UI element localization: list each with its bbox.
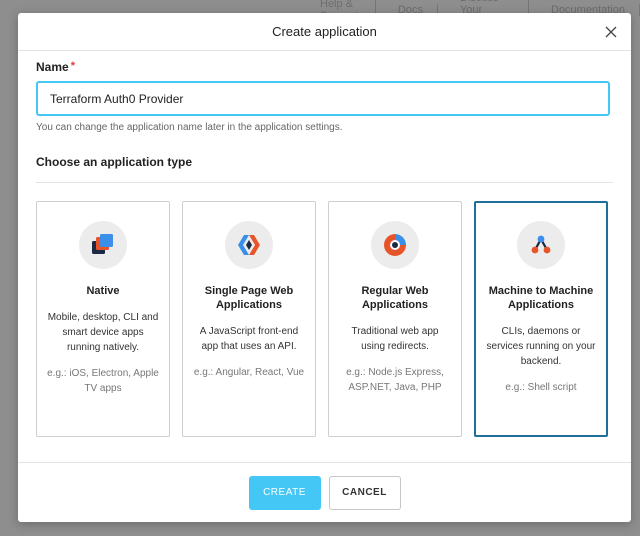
single-page-app-icon <box>225 221 273 269</box>
cancel-button[interactable]: CANCEL <box>328 475 401 510</box>
app-type-card-machine-to-machine[interactable]: Machine to Machine Applications CLIs, da… <box>474 201 608 437</box>
required-marker: * <box>70 60 75 72</box>
card-example: e.g.: Angular, React, Vue <box>193 367 305 378</box>
regular-web-app-icon <box>371 221 419 269</box>
name-label: Name * <box>36 60 613 74</box>
card-title: Single Page Web Applications <box>204 285 294 311</box>
native-icon <box>79 221 127 269</box>
name-hint: You can change the application name late… <box>36 122 343 133</box>
application-name-input[interactable] <box>36 81 610 116</box>
card-description: Mobile, desktop, CLI and smart device ap… <box>47 312 159 353</box>
card-example: e.g.: iOS, Electron, Apple TV apps <box>47 368 159 394</box>
create-button[interactable]: CREATE <box>248 475 321 510</box>
app-type-section-title: Choose an application type <box>36 155 613 183</box>
close-icon <box>605 26 617 38</box>
create-application-dialog: Create application Name * You can change… <box>18 13 631 522</box>
card-title: Native <box>86 285 120 297</box>
close-button[interactable] <box>601 22 621 42</box>
card-title: Machine to Machine Applications <box>488 285 594 311</box>
machine-to-machine-icon <box>517 221 565 269</box>
app-type-card-regular-web[interactable]: Regular Web Applications Traditional web… <box>328 201 462 437</box>
dialog-header: Create application <box>18 13 631 51</box>
card-title: Regular Web Applications <box>361 285 429 311</box>
app-type-card-spa[interactable]: Single Page Web Applications A JavaScrip… <box>182 201 316 437</box>
card-example: e.g.: Shell script <box>505 382 577 393</box>
dialog-body: Name * You can change the application na… <box>18 51 631 183</box>
card-description: A JavaScript front-end app that uses an … <box>199 326 299 352</box>
name-label-text: Name <box>36 60 69 74</box>
card-description: Traditional web app using redirects. <box>351 326 439 352</box>
dialog-footer: CREATE CANCEL <box>18 462 631 522</box>
card-example: e.g.: Node.js Express, ASP.NET, Java, PH… <box>346 367 444 393</box>
app-type-card-native[interactable]: Native Mobile, desktop, CLI and smart de… <box>36 201 170 437</box>
dialog-title: Create application <box>272 24 377 39</box>
app-type-options: Native Mobile, desktop, CLI and smart de… <box>36 201 608 437</box>
card-description: CLIs, daemons or services running on you… <box>486 326 596 367</box>
